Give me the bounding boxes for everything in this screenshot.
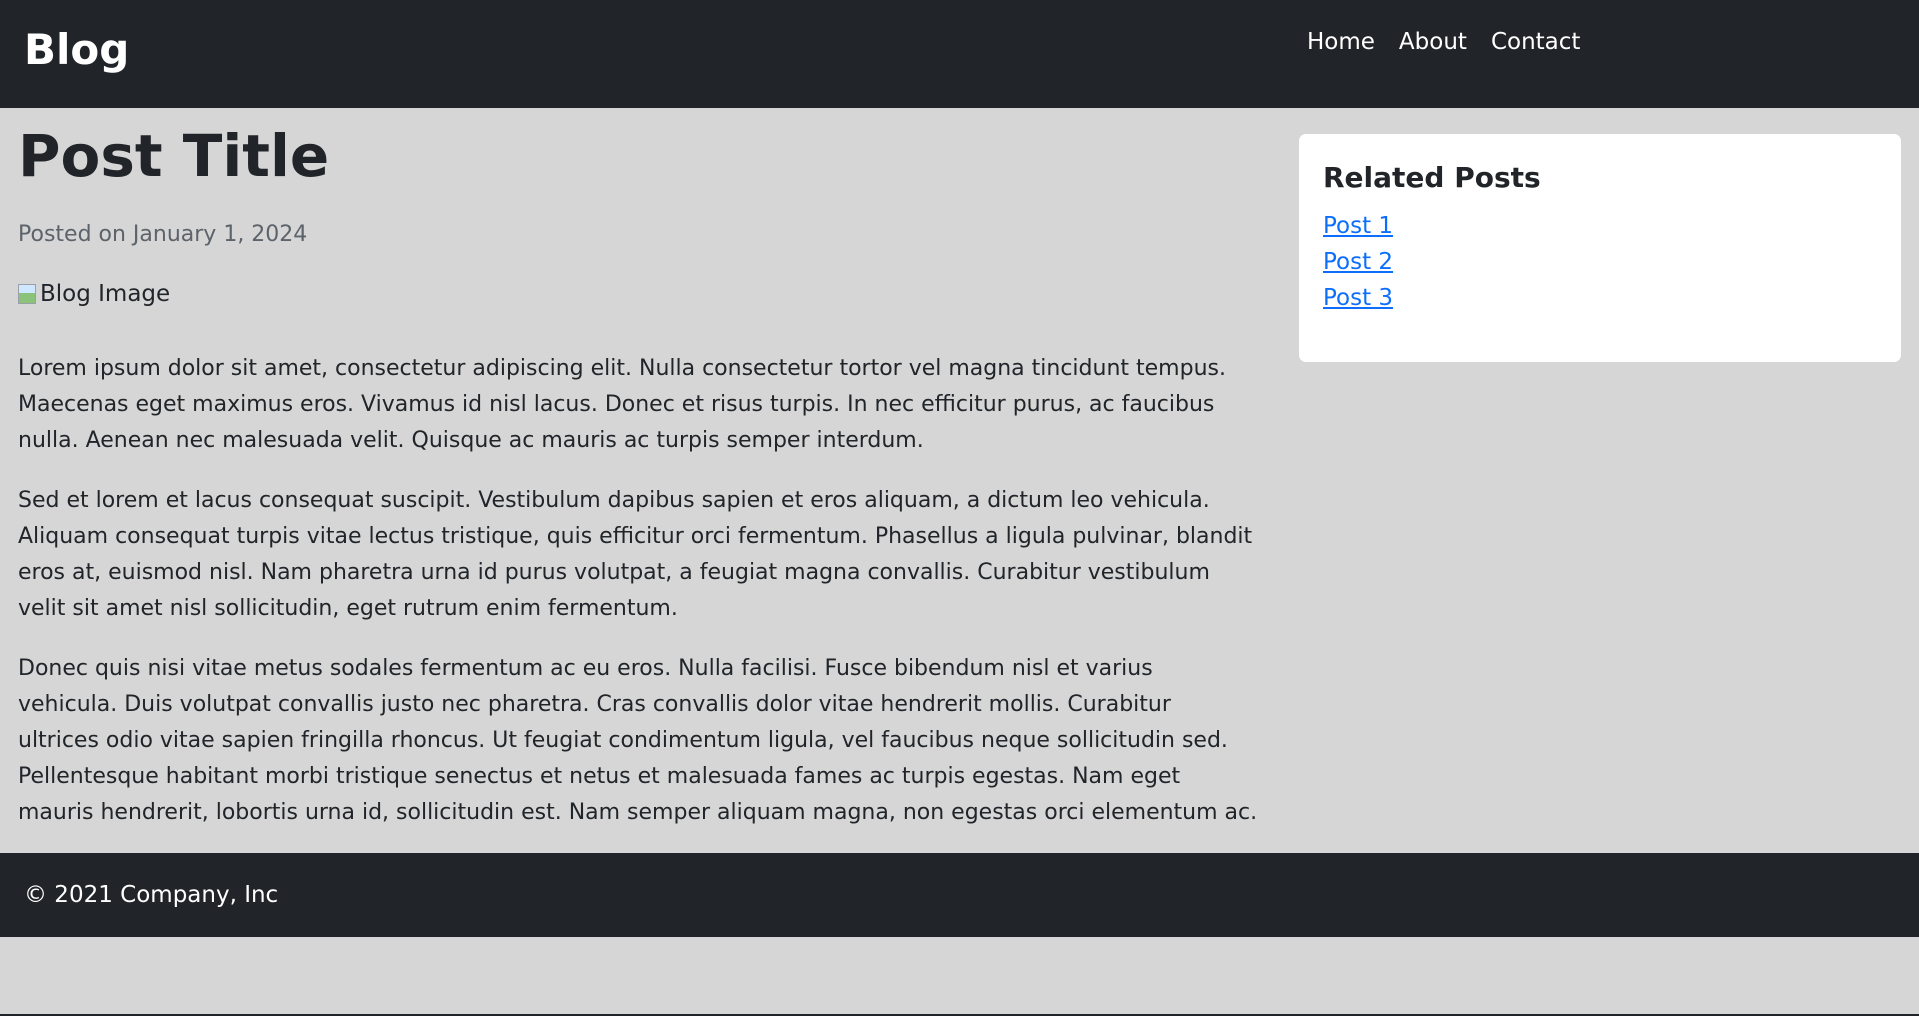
list-item: Post 1 [1323, 208, 1877, 244]
nav-links: Home About Contact [1295, 24, 1592, 60]
navbar: Blog Home About Contact [0, 0, 1919, 108]
post-paragraph: Lorem ipsum dolor sit amet, consectetur … [18, 356, 1226, 453]
broken-image-icon [18, 284, 36, 304]
post-title: Post Title [18, 122, 330, 190]
related-post-link-2[interactable]: Post 2 [1323, 249, 1393, 275]
post-meta: Posted on January 1, 2024 [18, 222, 308, 247]
related-posts-card: Related Posts Post 1 Post 2 Post 3 [1299, 134, 1901, 362]
nav-link-contact[interactable]: Contact [1479, 24, 1592, 60]
post-paragraph: Donec quis nisi vitae metus sodales ferm… [18, 656, 1258, 825]
related-post-link-1[interactable]: Post 1 [1323, 213, 1393, 239]
related-posts-title: Related Posts [1323, 161, 1541, 194]
post-paragraph: Sed et lorem et lacus consequat suscipit… [18, 488, 1253, 621]
nav-link-about[interactable]: About [1387, 24, 1479, 60]
post-image: Blog Image [18, 278, 170, 310]
related-post-link-3[interactable]: Post 3 [1323, 285, 1393, 311]
related-posts-list: Post 1 Post 2 Post 3 [1323, 208, 1877, 316]
footer: © 2021 Company, Inc [0, 853, 1919, 937]
post-image-alt: Blog Image [40, 281, 171, 307]
brand-link[interactable]: Blog [24, 22, 129, 78]
nav-link-home[interactable]: Home [1295, 24, 1387, 60]
list-item: Post 3 [1323, 280, 1877, 316]
post-body: Lorem ipsum dolor sit amet, consectetur … [18, 351, 1258, 855]
footer-copyright: © 2021 Company, Inc [24, 882, 279, 908]
list-item: Post 2 [1323, 244, 1877, 280]
